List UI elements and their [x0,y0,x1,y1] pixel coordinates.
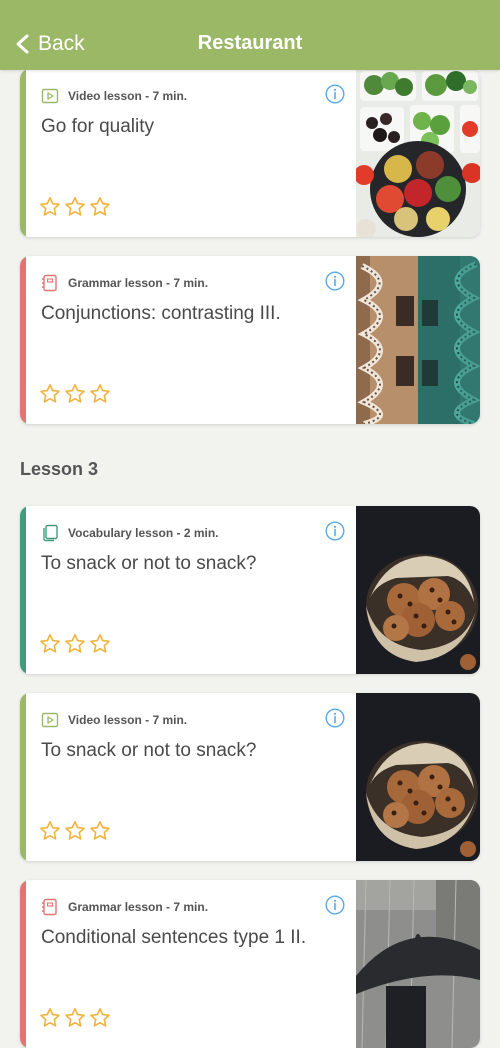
lesson-title: To snack or not to snack? [41,553,257,574]
lesson-title: Go for quality [41,116,154,137]
grammar-glyph [42,898,57,916]
notebook-icon [41,274,59,292]
star-icon [40,634,60,653]
star-icon [40,197,60,216]
umbrella-image [356,880,480,1048]
lesson-type-stripe [20,256,26,424]
star-icon [65,384,85,403]
star-icon [40,821,60,840]
star-icon [40,1008,60,1027]
star-icon [65,197,85,216]
star-rating [39,1007,114,1029]
staircase-image [356,256,480,424]
star-icon [90,1008,110,1027]
info-glyph [325,521,345,541]
star-rating [39,196,114,218]
lesson-type-label: Grammar lesson - 7 min. [68,276,209,290]
lesson-card[interactable]: Video lesson - 7 min. Go for quality [20,69,480,237]
cards-icon [41,524,59,542]
star-icon [40,384,60,403]
video-glyph [41,88,59,104]
lesson-thumbnail [356,880,480,1048]
lesson-type-label: Video lesson - 7 min. [68,713,188,727]
info-icon[interactable] [325,895,345,915]
lesson-card[interactable]: Vocabulary lesson - 2 min. To snack or n… [20,506,480,674]
vegetables-image [356,69,480,237]
lesson-title: Conditional sentences type 1 II. [41,927,307,948]
lesson-thumbnail [356,506,480,674]
info-glyph [325,708,345,728]
star-icon [90,384,110,403]
notebook-icon [41,898,59,916]
star-rating [39,633,114,655]
star-icon [65,1008,85,1027]
lesson-type-row: Video lesson - 7 min. [41,87,187,105]
lesson-type-row: Grammar lesson - 7 min. [41,898,208,916]
star-rating [39,820,114,842]
cookies-image [356,506,480,674]
vocabulary-glyph [43,524,58,542]
star-rating [39,383,114,405]
section-title: Lesson 3 [20,459,99,479]
star-icon [65,821,85,840]
lesson-type-label: Vocabulary lesson - 2 min. [68,526,219,540]
lesson-thumbnail [356,256,480,424]
lesson-type-stripe [20,880,26,1048]
lesson-type-stripe [20,69,26,237]
lesson-title: Conjunctions: contrasting III. [41,303,281,324]
grammar-glyph [42,274,57,292]
play-icon [41,711,59,729]
star-icon [90,634,110,653]
info-icon[interactable] [325,521,345,541]
star-icon [90,821,110,840]
video-glyph [41,712,59,728]
lesson-type-stripe [20,693,26,861]
lesson-type-stripe [20,506,26,674]
lesson-card[interactable]: Grammar lesson - 7 min. Conditional sent… [20,880,480,1048]
lesson-type-label: Video lesson - 7 min. [68,89,188,103]
lesson-type-row: Video lesson - 7 min. [41,711,187,729]
lesson-card[interactable]: Video lesson - 7 min. To snack or not to… [20,693,480,861]
cookies-image [356,693,480,861]
info-icon[interactable] [325,271,345,291]
play-icon [41,87,59,105]
lesson-type-row: Grammar lesson - 7 min. [41,274,208,292]
lesson-title: To snack or not to snack? [41,740,257,761]
info-glyph [325,84,345,104]
lesson-thumbnail [356,693,480,861]
info-glyph [325,271,345,291]
info-icon[interactable] [325,708,345,728]
top-navigation-bar: Back Restaurant [0,0,500,70]
lesson-card[interactable]: Grammar lesson - 7 min. Conjunctions: co… [20,256,480,424]
lesson-type-label: Grammar lesson - 7 min. [68,900,209,914]
info-glyph [325,895,345,915]
star-icon [90,197,110,216]
lesson-type-row: Vocabulary lesson - 2 min. [41,524,219,542]
star-icon [65,634,85,653]
page-title: Restaurant [197,32,303,54]
info-icon[interactable] [325,84,345,104]
lesson-thumbnail [356,69,480,237]
